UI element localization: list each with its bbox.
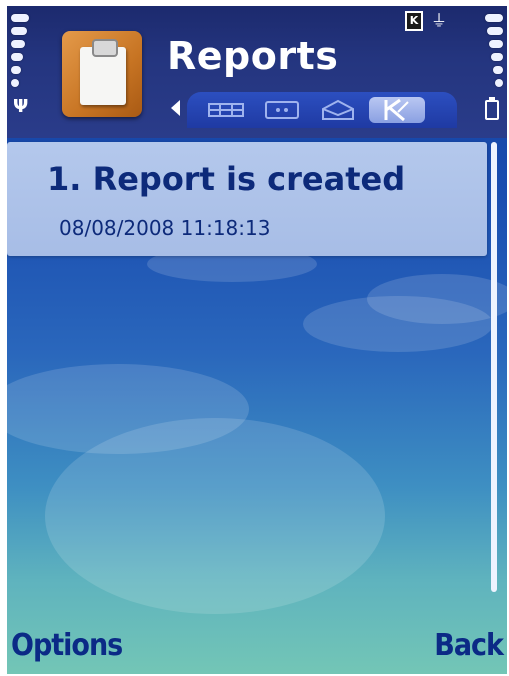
scrollbar[interactable] (491, 142, 497, 592)
status-header: Ψ K ⏚ Reports (7, 6, 507, 138)
tab-dots[interactable] (257, 97, 307, 123)
page-title: Reports (167, 34, 339, 78)
list-item-report-1[interactable]: 1. Report is created 08/08/2008 11:18:13 (7, 142, 487, 256)
report-title: 1. Report is created (47, 160, 406, 198)
signal-strength-icon (11, 14, 33, 92)
tab-strip (187, 92, 457, 128)
back-softkey[interactable]: Back (434, 628, 504, 664)
options-softkey[interactable]: Options (11, 628, 123, 664)
tab-left-arrow-icon[interactable] (171, 100, 180, 116)
background-bubble (45, 418, 385, 614)
dots-icon (265, 101, 299, 119)
clipboard-report-icon (62, 31, 142, 117)
tab-envelope[interactable] (313, 97, 363, 123)
phone-screen: Ψ K ⏚ Reports 1. Report is created 08/08… (7, 6, 507, 674)
battery-level-icon (481, 14, 503, 92)
status-icons: K ⏚ (405, 10, 447, 32)
antenna-icon: Ψ (13, 96, 29, 117)
k-logo-icon (384, 98, 409, 122)
clip (92, 39, 118, 57)
report-date: 08/08/2008 11:18:13 (59, 216, 271, 240)
battery-icon (485, 97, 499, 120)
grid-icon (208, 103, 244, 117)
tab-k-logo[interactable] (369, 97, 425, 123)
envelope-icon (322, 99, 354, 120)
connection-icon: ⏚ (431, 11, 448, 30)
app-indicator-icon: K (405, 11, 423, 31)
tab-grid[interactable] (201, 97, 251, 123)
background-bubble (367, 274, 507, 324)
